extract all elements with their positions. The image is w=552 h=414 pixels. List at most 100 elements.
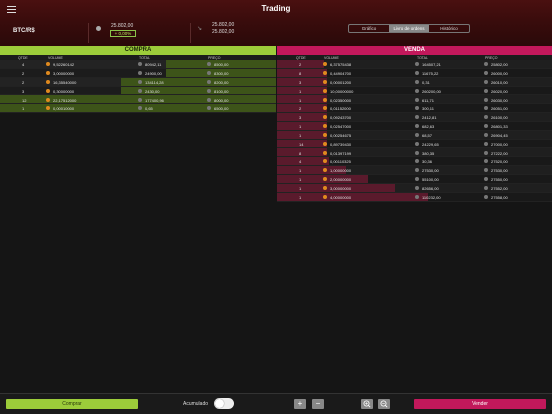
qtde-cell: 1 xyxy=(299,168,302,174)
brl-icon xyxy=(484,150,488,155)
order-row[interactable]: 2 3,00000000 24900,00 8300,00 xyxy=(0,68,276,78)
volume-cell: 0,89739430 xyxy=(330,141,352,147)
preco-cell: 6500,00 xyxy=(214,106,229,112)
order-row[interactable]: 12 22,17512000 177400,96 8000,00 xyxy=(0,95,276,105)
app-title: Trading xyxy=(261,4,291,13)
qtde-cell: 1 xyxy=(299,177,302,183)
preco-cell: 8300,00 xyxy=(214,71,229,77)
coin-icon xyxy=(96,26,101,31)
order-row[interactable]: 1 10,00000000 260200,00 26020,00 xyxy=(277,86,552,96)
order-row[interactable]: 3 0,00001200 0,31 26010,00 xyxy=(277,77,552,87)
preco-cell: 27550,00 xyxy=(491,177,508,183)
qtde-cell: 8 xyxy=(299,71,302,77)
depth-bar xyxy=(277,157,330,166)
qtde-cell: 12 xyxy=(22,97,27,103)
brl-icon xyxy=(484,194,488,199)
qtde-cell: 4 xyxy=(22,62,25,68)
qtde-cell: 3 xyxy=(22,88,25,94)
volume-cell: 9,52260142 xyxy=(53,62,75,68)
zoom-out-icon[interactable] xyxy=(378,399,390,409)
brl-icon xyxy=(415,168,419,173)
preco-cell: 27520,00 xyxy=(491,159,508,165)
buy-order-book: COMPRA QTDE VOLUME TOTAL PREÇO 4 9,522601… xyxy=(0,46,276,114)
preco-cell: 27000,00 xyxy=(491,141,508,147)
order-row[interactable]: 2 0,01152000 300,11 26051,00 xyxy=(277,104,552,114)
sell-button[interactable]: Vender xyxy=(414,399,546,409)
volume-cell: 1,00000000 xyxy=(330,168,352,174)
buy-button[interactable]: Comprar xyxy=(6,399,138,409)
preco-cell: 27222,00 xyxy=(491,150,508,156)
order-row[interactable]: 1 0,00254675 68,57 26904,45 xyxy=(277,130,552,140)
order-row[interactable]: 1 3,00000000 82656,00 27552,00 xyxy=(277,183,552,193)
volume-cell: 0,01152000 xyxy=(330,106,351,112)
top-bar: Trading xyxy=(0,0,552,20)
total-cell: 300,11 xyxy=(422,106,434,112)
sell-panel-title: VENDA xyxy=(277,46,552,55)
order-row[interactable]: 1 4,00000000 110232,00 27558,00 xyxy=(277,192,552,202)
btc-icon xyxy=(323,132,327,137)
zoom-in-icon[interactable] xyxy=(361,399,373,409)
brl-icon xyxy=(138,97,142,102)
plus-button[interactable]: + xyxy=(294,399,306,409)
order-row[interactable]: 1 0,02547000 682,63 26801,33 xyxy=(277,121,552,131)
order-row[interactable]: 1 0,00010000 0,65 6500,00 xyxy=(0,104,276,114)
divider xyxy=(88,23,89,43)
order-row[interactable]: 2 16,35540000 134114,28 8200,00 xyxy=(0,77,276,87)
brl-icon xyxy=(207,79,211,84)
ask-price: 25.802,00 xyxy=(212,29,235,35)
preco-cell: 8500,00 xyxy=(214,62,229,68)
qtde-cell: 2 xyxy=(299,62,302,68)
brl-icon xyxy=(484,115,488,120)
btc-icon xyxy=(46,62,50,67)
volume-cell: 3,00000000 xyxy=(330,186,352,191)
order-row[interactable]: 8 0,44904700 11675,22 26000,00 xyxy=(277,68,552,78)
volume-cell: 22,17512000 xyxy=(53,97,77,103)
brl-icon xyxy=(484,124,488,129)
brl-icon xyxy=(415,115,419,120)
depth-bar xyxy=(277,68,327,77)
preco-cell: 26010,00 xyxy=(491,79,508,85)
volume-cell: 0,02350000 xyxy=(330,97,352,103)
qtde-cell: 1 xyxy=(299,194,302,200)
total-cell: 24900,00 xyxy=(145,71,162,77)
change-badge: + 0,00% xyxy=(110,30,136,37)
tab-grafico[interactable]: Gráfico xyxy=(349,25,389,32)
brl-icon xyxy=(415,62,419,67)
order-row[interactable]: 14 0,89739430 24229,65 27000,00 xyxy=(277,139,552,149)
tab-livro-de-ordens[interactable]: Livro de ordens xyxy=(389,25,429,32)
volume-cell: 0,00254675 xyxy=(330,132,352,138)
preco-cell: 26904,45 xyxy=(491,132,508,138)
brl-icon xyxy=(415,150,419,155)
order-row[interactable]: 3 0,30000000 2430,00 8100,00 xyxy=(0,86,276,96)
order-row[interactable]: 1 2,00000000 55100,00 27550,00 xyxy=(277,174,552,184)
btc-icon xyxy=(323,141,327,146)
preco-cell: 8000,00 xyxy=(214,97,229,103)
qtde-cell: 14 xyxy=(299,141,304,147)
accumulated-toggle[interactable] xyxy=(214,398,234,409)
order-row[interactable]: 3 0,09243700 2412,81 26100,00 xyxy=(277,113,552,122)
qtde-cell: 3 xyxy=(299,79,302,85)
minus-button[interactable]: − xyxy=(312,399,324,409)
btc-icon xyxy=(323,150,327,155)
order-row[interactable]: 8 0,01397199 380,35 27222,00 xyxy=(277,148,552,158)
order-row[interactable]: 1 0,02350000 611,71 26030,00 xyxy=(277,95,552,105)
order-row[interactable]: 2 6,37575438 164507,21 25802,00 xyxy=(277,60,552,69)
qtde-cell: 1 xyxy=(299,186,302,191)
preco-cell: 27552,00 xyxy=(491,186,508,191)
volume-cell: 4,00000000 xyxy=(330,194,352,200)
brl-icon xyxy=(207,88,211,93)
qtde-cell: 1 xyxy=(299,124,302,130)
tab-historico[interactable]: Histórico xyxy=(429,25,469,32)
order-row[interactable]: 1 1,00000000 27530,00 27530,00 xyxy=(277,166,552,175)
qtde-cell: 2 xyxy=(22,79,25,85)
total-cell: 177400,96 xyxy=(145,97,164,103)
preco-cell: 27530,00 xyxy=(491,168,508,174)
brl-icon xyxy=(138,71,142,76)
order-row[interactable]: 4 9,52260142 80942,11 8500,00 xyxy=(0,60,276,69)
order-row[interactable]: 4 0,00110325 30,36 27520,00 xyxy=(277,157,552,167)
total-cell: 27530,00 xyxy=(422,168,439,174)
preco-cell: 26100,00 xyxy=(491,115,508,121)
depth-bar xyxy=(277,121,327,130)
brl-icon xyxy=(484,62,488,67)
total-cell: 11675,22 xyxy=(422,71,439,77)
